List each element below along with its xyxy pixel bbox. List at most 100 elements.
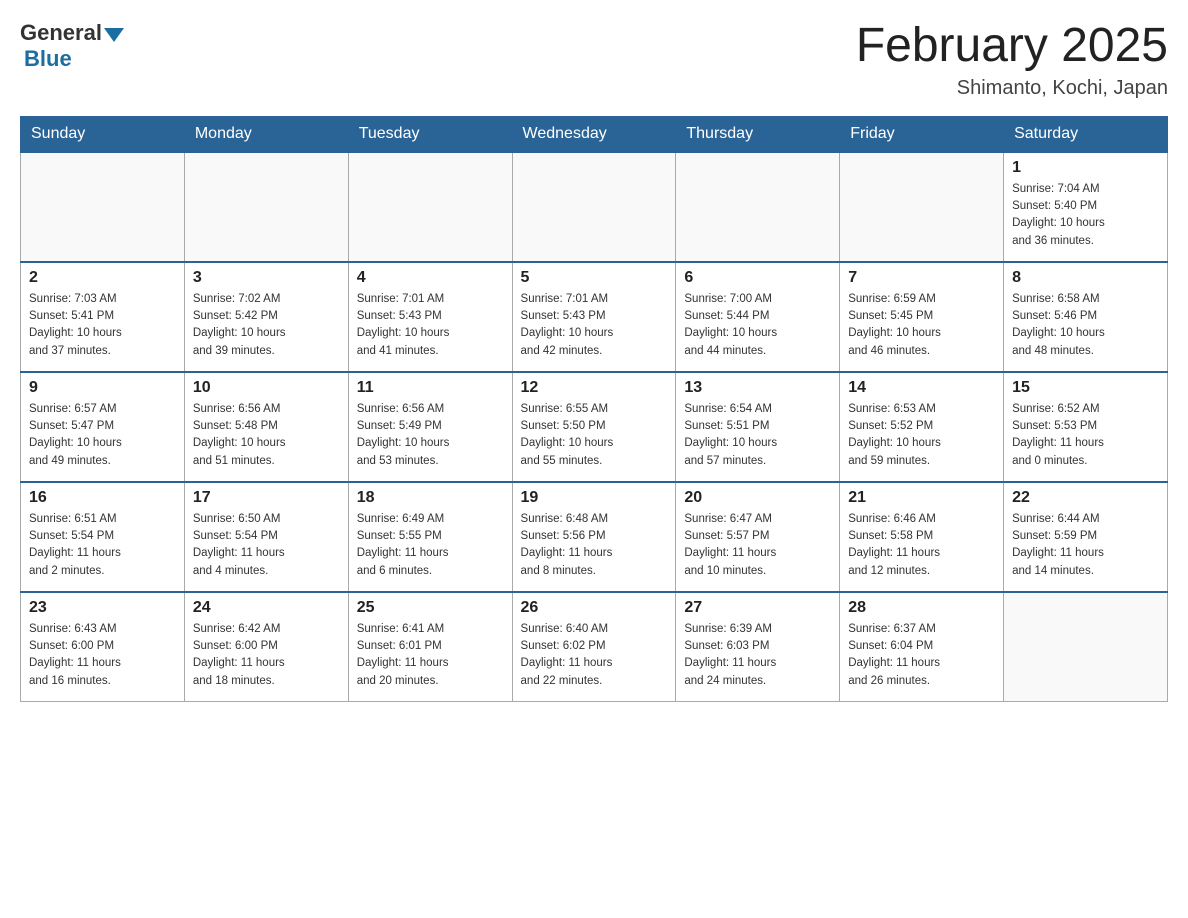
calendar-cell	[184, 152, 348, 262]
day-number: 4	[357, 269, 504, 287]
calendar-cell: 13 Sunrise: 6:54 AM Sunset: 5:51 PM Dayli…	[676, 372, 840, 482]
day-header-sunday: Sunday	[21, 116, 185, 152]
week-row-1: 1 Sunrise: 7:04 AM Sunset: 5:40 PM Daylig…	[21, 152, 1168, 262]
calendar-cell: 16 Sunrise: 6:51 AM Sunset: 5:54 PM Dayli…	[21, 482, 185, 592]
day-number: 24	[193, 599, 340, 617]
calendar-cell: 12 Sunrise: 6:55 AM Sunset: 5:50 PM Dayli…	[512, 372, 676, 482]
calendar-cell	[676, 152, 840, 262]
calendar-cell	[348, 152, 512, 262]
day-info: Sunrise: 6:46 AM Sunset: 5:58 PM Dayligh…	[848, 511, 995, 580]
day-info: Sunrise: 7:04 AM Sunset: 5:40 PM Dayligh…	[1012, 181, 1159, 250]
day-info: Sunrise: 7:02 AM Sunset: 5:42 PM Dayligh…	[193, 291, 340, 360]
day-number: 27	[684, 599, 831, 617]
day-number: 1	[1012, 159, 1159, 177]
calendar-cell: 25 Sunrise: 6:41 AM Sunset: 6:01 PM Dayli…	[348, 592, 512, 702]
month-title: February 2025	[856, 20, 1168, 73]
day-number: 5	[521, 269, 668, 287]
calendar-cell: 7 Sunrise: 6:59 AM Sunset: 5:45 PM Daylig…	[840, 262, 1004, 372]
calendar-header-row: SundayMondayTuesdayWednesdayThursdayFrid…	[21, 116, 1168, 152]
day-number: 15	[1012, 379, 1159, 397]
calendar-cell: 26 Sunrise: 6:40 AM Sunset: 6:02 PM Dayli…	[512, 592, 676, 702]
day-number: 2	[29, 269, 176, 287]
day-info: Sunrise: 7:00 AM Sunset: 5:44 PM Dayligh…	[684, 291, 831, 360]
day-number: 3	[193, 269, 340, 287]
day-info: Sunrise: 6:44 AM Sunset: 5:59 PM Dayligh…	[1012, 511, 1159, 580]
calendar-cell: 21 Sunrise: 6:46 AM Sunset: 5:58 PM Dayli…	[840, 482, 1004, 592]
day-info: Sunrise: 6:55 AM Sunset: 5:50 PM Dayligh…	[521, 401, 668, 470]
calendar-cell: 15Sunrise: 6:52 AM Sunset: 5:53 PM Dayli…	[1004, 372, 1168, 482]
location: Shimanto, Kochi, Japan	[856, 77, 1168, 100]
calendar-cell: 28Sunrise: 6:37 AM Sunset: 6:04 PM Dayli…	[840, 592, 1004, 702]
day-info: Sunrise: 6:39 AM Sunset: 6:03 PM Dayligh…	[684, 621, 831, 690]
calendar-cell: 23Sunrise: 6:43 AM Sunset: 6:00 PM Dayli…	[21, 592, 185, 702]
logo-general-text: General	[20, 20, 102, 46]
calendar-cell: 17 Sunrise: 6:50 AM Sunset: 5:54 PM Dayli…	[184, 482, 348, 592]
day-number: 21	[848, 489, 995, 507]
logo-arrow-icon	[104, 28, 124, 42]
calendar-cell: 10 Sunrise: 6:56 AM Sunset: 5:48 PM Dayli…	[184, 372, 348, 482]
day-number: 12	[521, 379, 668, 397]
calendar-cell	[512, 152, 676, 262]
day-header-wednesday: Wednesday	[512, 116, 676, 152]
page-header: General Blue February 2025 Shimanto, Koc…	[20, 20, 1168, 100]
calendar-cell: 19Sunrise: 6:48 AM Sunset: 5:56 PM Dayli…	[512, 482, 676, 592]
week-row-5: 23Sunrise: 6:43 AM Sunset: 6:00 PM Dayli…	[21, 592, 1168, 702]
calendar-cell: 1 Sunrise: 7:04 AM Sunset: 5:40 PM Daylig…	[1004, 152, 1168, 262]
day-number: 17	[193, 489, 340, 507]
day-info: Sunrise: 6:58 AM Sunset: 5:46 PM Dayligh…	[1012, 291, 1159, 360]
calendar-cell: 11 Sunrise: 6:56 AM Sunset: 5:49 PM Dayli…	[348, 372, 512, 482]
day-info: Sunrise: 6:48 AM Sunset: 5:56 PM Dayligh…	[521, 511, 668, 580]
calendar-cell	[840, 152, 1004, 262]
logo: General Blue	[20, 20, 124, 72]
day-number: 8	[1012, 269, 1159, 287]
day-info: Sunrise: 7:01 AM Sunset: 5:43 PM Dayligh…	[521, 291, 668, 360]
day-info: Sunrise: 7:03 AM Sunset: 5:41 PM Dayligh…	[29, 291, 176, 360]
day-header-thursday: Thursday	[676, 116, 840, 152]
calendar-cell	[1004, 592, 1168, 702]
day-info: Sunrise: 6:56 AM Sunset: 5:49 PM Dayligh…	[357, 401, 504, 470]
day-header-monday: Monday	[184, 116, 348, 152]
day-info: Sunrise: 7:01 AM Sunset: 5:43 PM Dayligh…	[357, 291, 504, 360]
day-number: 25	[357, 599, 504, 617]
day-info: Sunrise: 6:41 AM Sunset: 6:01 PM Dayligh…	[357, 621, 504, 690]
day-number: 11	[357, 379, 504, 397]
day-info: Sunrise: 6:49 AM Sunset: 5:55 PM Dayligh…	[357, 511, 504, 580]
day-number: 7	[848, 269, 995, 287]
calendar-cell: 2 Sunrise: 7:03 AM Sunset: 5:41 PM Daylig…	[21, 262, 185, 372]
calendar-cell: 24Sunrise: 6:42 AM Sunset: 6:00 PM Dayli…	[184, 592, 348, 702]
day-number: 6	[684, 269, 831, 287]
day-info: Sunrise: 6:50 AM Sunset: 5:54 PM Dayligh…	[193, 511, 340, 580]
day-number: 22	[1012, 489, 1159, 507]
day-info: Sunrise: 6:56 AM Sunset: 5:48 PM Dayligh…	[193, 401, 340, 470]
day-number: 14	[848, 379, 995, 397]
day-header-saturday: Saturday	[1004, 116, 1168, 152]
day-number: 9	[29, 379, 176, 397]
day-header-friday: Friday	[840, 116, 1004, 152]
week-row-2: 2 Sunrise: 7:03 AM Sunset: 5:41 PM Daylig…	[21, 262, 1168, 372]
day-number: 13	[684, 379, 831, 397]
day-number: 16	[29, 489, 176, 507]
title-area: February 2025 Shimanto, Kochi, Japan	[856, 20, 1168, 100]
calendar-cell: 3 Sunrise: 7:02 AM Sunset: 5:42 PM Daylig…	[184, 262, 348, 372]
calendar-cell: 14Sunrise: 6:53 AM Sunset: 5:52 PM Dayli…	[840, 372, 1004, 482]
calendar-cell: 18Sunrise: 6:49 AM Sunset: 5:55 PM Dayli…	[348, 482, 512, 592]
calendar-cell: 20Sunrise: 6:47 AM Sunset: 5:57 PM Dayli…	[676, 482, 840, 592]
calendar-cell: 4 Sunrise: 7:01 AM Sunset: 5:43 PM Daylig…	[348, 262, 512, 372]
day-info: Sunrise: 6:51 AM Sunset: 5:54 PM Dayligh…	[29, 511, 176, 580]
day-info: Sunrise: 6:54 AM Sunset: 5:51 PM Dayligh…	[684, 401, 831, 470]
day-info: Sunrise: 6:43 AM Sunset: 6:00 PM Dayligh…	[29, 621, 176, 690]
week-row-4: 16 Sunrise: 6:51 AM Sunset: 5:54 PM Dayli…	[21, 482, 1168, 592]
calendar-cell: 9 Sunrise: 6:57 AM Sunset: 5:47 PM Daylig…	[21, 372, 185, 482]
day-number: 10	[193, 379, 340, 397]
day-info: Sunrise: 6:40 AM Sunset: 6:02 PM Dayligh…	[521, 621, 668, 690]
calendar-cell: 6 Sunrise: 7:00 AM Sunset: 5:44 PM Daylig…	[676, 262, 840, 372]
day-info: Sunrise: 6:57 AM Sunset: 5:47 PM Dayligh…	[29, 401, 176, 470]
day-number: 20	[684, 489, 831, 507]
calendar-table: SundayMondayTuesdayWednesdayThursdayFrid…	[20, 116, 1168, 703]
calendar-cell	[21, 152, 185, 262]
day-info: Sunrise: 6:59 AM Sunset: 5:45 PM Dayligh…	[848, 291, 995, 360]
logo-blue-text: Blue	[24, 46, 72, 72]
day-number: 26	[521, 599, 668, 617]
day-info: Sunrise: 6:37 AM Sunset: 6:04 PM Dayligh…	[848, 621, 995, 690]
calendar-cell: 27 Sunrise: 6:39 AM Sunset: 6:03 PM Dayli…	[676, 592, 840, 702]
